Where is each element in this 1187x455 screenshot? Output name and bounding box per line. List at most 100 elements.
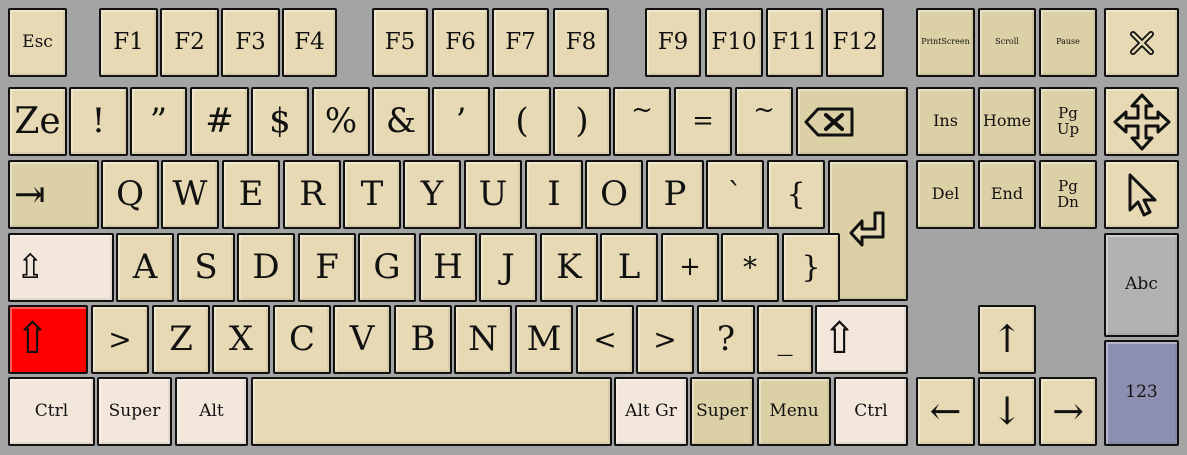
key-f9[interactable]: F9 <box>645 8 701 77</box>
move-arrows-icon <box>1113 93 1170 150</box>
key-esc[interactable]: Esc <box>8 8 67 77</box>
key-m[interactable]: M <box>515 305 573 374</box>
key-arrow-up[interactable]: ↑ <box>978 305 1036 374</box>
key-y[interactable]: Y <box>403 160 461 229</box>
key-w[interactable]: W <box>161 160 219 229</box>
key-p[interactable]: P <box>646 160 704 229</box>
key-9[interactable]: ) <box>553 87 611 156</box>
key-f[interactable]: F <box>298 233 356 302</box>
key-asterisk[interactable]: * <box>721 233 779 302</box>
key-f2[interactable]: F2 <box>160 8 219 77</box>
key-shift-left[interactable]: ⇧ <box>8 305 88 374</box>
close-icon <box>1129 30 1154 55</box>
key-n[interactable]: N <box>454 305 512 374</box>
pointer-icon <box>1128 173 1156 216</box>
key-home[interactable]: Home <box>978 87 1036 156</box>
key-e[interactable]: E <box>222 160 280 229</box>
key-arrow-down[interactable]: ↓ <box>978 377 1036 446</box>
key-enter[interactable] <box>828 160 908 301</box>
key-j[interactable]: J <box>479 233 537 302</box>
key-u[interactable]: U <box>464 160 522 229</box>
key-f10[interactable]: F10 <box>705 8 763 77</box>
key-shift-right[interactable]: ⇧ <box>815 305 908 374</box>
key-scroll-lock[interactable]: Scroll <box>978 8 1036 77</box>
key-pause[interactable]: Pause <box>1039 8 1097 77</box>
key-k[interactable]: K <box>540 233 598 302</box>
key-end[interactable]: End <box>978 160 1036 229</box>
key-super-right[interactable]: Super <box>690 377 754 446</box>
key-f7[interactable]: F7 <box>492 8 549 77</box>
key-arrow-left[interactable]: ← <box>916 377 975 446</box>
key-page-up[interactable]: Pg Up <box>1039 87 1097 156</box>
key-l[interactable]: L <box>600 233 658 302</box>
key-caps-lock[interactable]: ⇫ <box>8 233 114 302</box>
key-c[interactable]: C <box>273 305 331 374</box>
key-4[interactable]: $ <box>251 87 309 156</box>
key-d[interactable]: D <box>237 233 295 302</box>
key-arrow-right[interactable]: → <box>1039 377 1097 446</box>
backspace-icon <box>804 107 854 136</box>
key-equals[interactable]: = <box>674 87 732 156</box>
key-f1[interactable]: F1 <box>99 8 158 77</box>
key-r[interactable]: R <box>283 160 341 229</box>
key-page-down[interactable]: Pg Dn <box>1039 160 1097 229</box>
key-5[interactable]: % <box>312 87 370 156</box>
key-a[interactable]: A <box>116 233 174 302</box>
key-ctrl-right[interactable]: Ctrl <box>834 377 908 446</box>
key-q[interactable]: Q <box>101 160 159 229</box>
enter-icon <box>849 211 885 246</box>
key-brace-open[interactable]: { <box>767 160 825 229</box>
onscreen-keyboard: Esc F1 F2 F3 F4 F5 F6 F7 F8 F9 F10 F11 F… <box>0 0 1187 455</box>
key-tilde[interactable]: ~ <box>735 87 793 156</box>
key-plus[interactable]: + <box>661 233 719 302</box>
key-tab[interactable]: ⇥ <box>8 160 99 229</box>
key-ctrl-left[interactable]: Ctrl <box>8 377 95 446</box>
key-z[interactable]: Z <box>152 305 210 374</box>
key-f5[interactable]: F5 <box>372 8 428 77</box>
key-zenkaku[interactable]: Ze <box>8 87 67 156</box>
key-6[interactable]: & <box>372 87 430 156</box>
key-f6[interactable]: F6 <box>432 8 489 77</box>
key-h[interactable]: H <box>419 233 477 302</box>
key-f8[interactable]: F8 <box>553 8 609 77</box>
key-f11[interactable]: F11 <box>766 8 823 77</box>
key-3[interactable]: # <box>190 87 249 156</box>
key-numeric-layout[interactable]: 123 <box>1104 340 1179 446</box>
key-less-than[interactable]: < <box>576 305 634 374</box>
key-0[interactable]: ~ <box>613 87 671 156</box>
key-g[interactable]: G <box>358 233 416 302</box>
close-keyboard-button[interactable] <box>1104 8 1179 77</box>
key-alt-gr[interactable]: Alt Gr <box>614 377 688 446</box>
key-insert[interactable]: Ins <box>916 87 975 156</box>
key-grave[interactable]: ` <box>706 160 764 229</box>
key-question[interactable]: ? <box>697 305 755 374</box>
key-8[interactable]: ( <box>493 87 551 156</box>
key-o[interactable]: O <box>585 160 643 229</box>
key-f4[interactable]: F4 <box>282 8 337 77</box>
key-1[interactable]: ! <box>69 87 128 156</box>
key-alt[interactable]: Alt <box>175 377 248 446</box>
key-2[interactable]: ” <box>130 87 187 156</box>
key-abc-layout[interactable]: Abc <box>1104 233 1179 337</box>
key-v[interactable]: V <box>333 305 391 374</box>
key-f12[interactable]: F12 <box>826 8 884 77</box>
key-space[interactable] <box>251 377 612 446</box>
key-greater-than[interactable]: > <box>91 305 149 374</box>
key-f3[interactable]: F3 <box>221 8 280 77</box>
key-s[interactable]: S <box>177 233 235 302</box>
key-b[interactable]: B <box>394 305 452 374</box>
key-super-left[interactable]: Super <box>97 377 172 446</box>
move-keyboard-button[interactable] <box>1104 87 1179 156</box>
key-x[interactable]: X <box>212 305 270 374</box>
key-greater-than-2[interactable]: > <box>636 305 694 374</box>
pointer-mode-button[interactable] <box>1104 160 1179 229</box>
key-i[interactable]: I <box>525 160 583 229</box>
key-underscore[interactable]: _ <box>757 305 813 374</box>
key-print-screen[interactable]: PrintScreen <box>916 8 975 77</box>
key-backspace[interactable] <box>796 87 908 156</box>
key-t[interactable]: T <box>343 160 401 229</box>
key-delete[interactable]: Del <box>916 160 975 229</box>
key-menu[interactable]: Menu <box>757 377 831 446</box>
key-brace-close[interactable]: } <box>782 233 840 302</box>
key-7[interactable]: ’ <box>432 87 490 156</box>
